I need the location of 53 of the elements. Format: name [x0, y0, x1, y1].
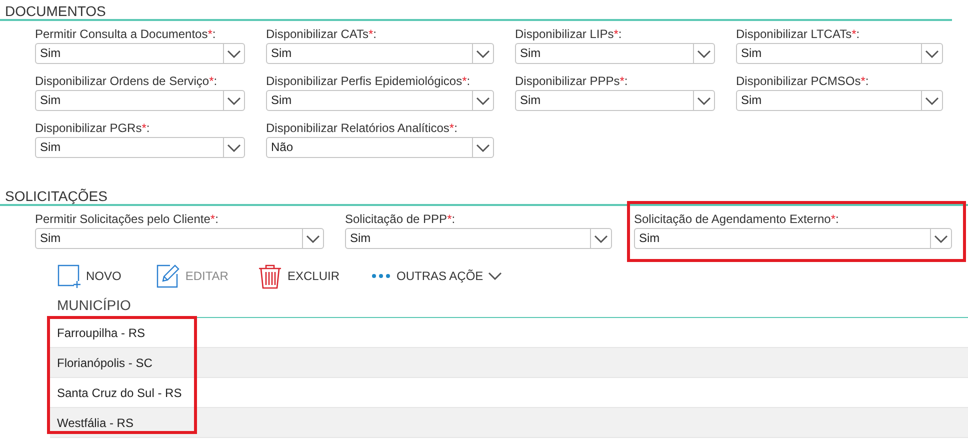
field-label: Disponibilizar LIPs*: — [515, 27, 623, 41]
select-field[interactable]: Sim — [345, 228, 612, 249]
select-field[interactable]: Sim — [515, 43, 715, 64]
chevron-icon — [227, 96, 241, 104]
field-label: Disponibilizar Relatórios Analíticos*: — [266, 121, 458, 135]
select-field[interactable]: Não — [266, 137, 494, 158]
new-button[interactable]: NOVO — [57, 264, 122, 288]
field-label: Permitir Consulta a Documentos*: — [35, 27, 217, 41]
select-field[interactable]: Sim — [736, 43, 943, 64]
chevron-icon — [925, 50, 939, 58]
dots-icon — [371, 273, 392, 279]
pencil-icon — [156, 264, 180, 288]
chevron-icon — [594, 234, 608, 242]
select-field[interactable]: Sim — [35, 90, 245, 111]
select-field[interactable]: Sim — [35, 43, 245, 64]
field-label: Solicitação de Agendamento Externo*: — [634, 212, 840, 226]
field-label: Disponibilizar PCMSOs*: — [736, 74, 870, 88]
trash-icon — [258, 264, 282, 288]
section-title: DOCUMENTOS — [4, 2, 107, 19]
table-cell-text: Florianópolis - SC — [57, 354, 152, 372]
chevron-icon — [925, 96, 939, 104]
delete-button[interactable]: EXCLUIR — [258, 264, 340, 288]
field-label: Disponibilizar CATs*: — [266, 27, 378, 41]
chevron-icon — [697, 96, 711, 104]
chevron-icon — [227, 50, 241, 58]
table-cell-text: Farroupilha - RS — [57, 324, 146, 342]
chevron-icon — [934, 234, 948, 242]
chevron-icon — [306, 234, 320, 242]
chevron-icon — [488, 272, 502, 280]
table-cell-text: Westfália - RS — [57, 414, 134, 432]
field-label: Disponibilizar PPPs*: — [515, 74, 629, 88]
select-field[interactable]: Sim — [634, 228, 952, 249]
select-field[interactable]: Sim — [515, 90, 715, 111]
column-header: MUNICÍPIO — [56, 297, 132, 313]
select-field[interactable]: Sim — [736, 90, 943, 111]
field-label: Solicitação de PPP*: — [345, 212, 456, 226]
field-label: Disponibilizar LTCATs*: — [736, 27, 861, 41]
chevron-icon — [697, 50, 711, 58]
field-label: Disponibilizar Ordens de Serviço*: — [35, 74, 218, 88]
select-field[interactable]: Sim — [35, 137, 245, 158]
select-field[interactable]: Sim — [266, 90, 494, 111]
chevron-icon — [476, 144, 490, 152]
field-label: Disponibilizar PGRs*: — [35, 121, 151, 135]
chevron-icon — [476, 96, 490, 104]
field-label: Permitir Solicitações pelo Cliente*: — [35, 212, 220, 226]
section-title: SOLICITAÇÕES — [4, 187, 108, 204]
select-field[interactable]: Sim — [35, 228, 324, 249]
chevron-icon — [227, 144, 241, 152]
field-label: Disponibilizar Perfis Epidemiológicos*: — [266, 74, 472, 88]
select-field[interactable]: Sim — [266, 43, 494, 64]
chevron-icon — [476, 50, 490, 58]
table-cell-text: Santa Cruz do Sul - RS — [57, 384, 182, 402]
more-actions-button[interactable]: OUTRAS AÇÕE — [371, 267, 502, 285]
